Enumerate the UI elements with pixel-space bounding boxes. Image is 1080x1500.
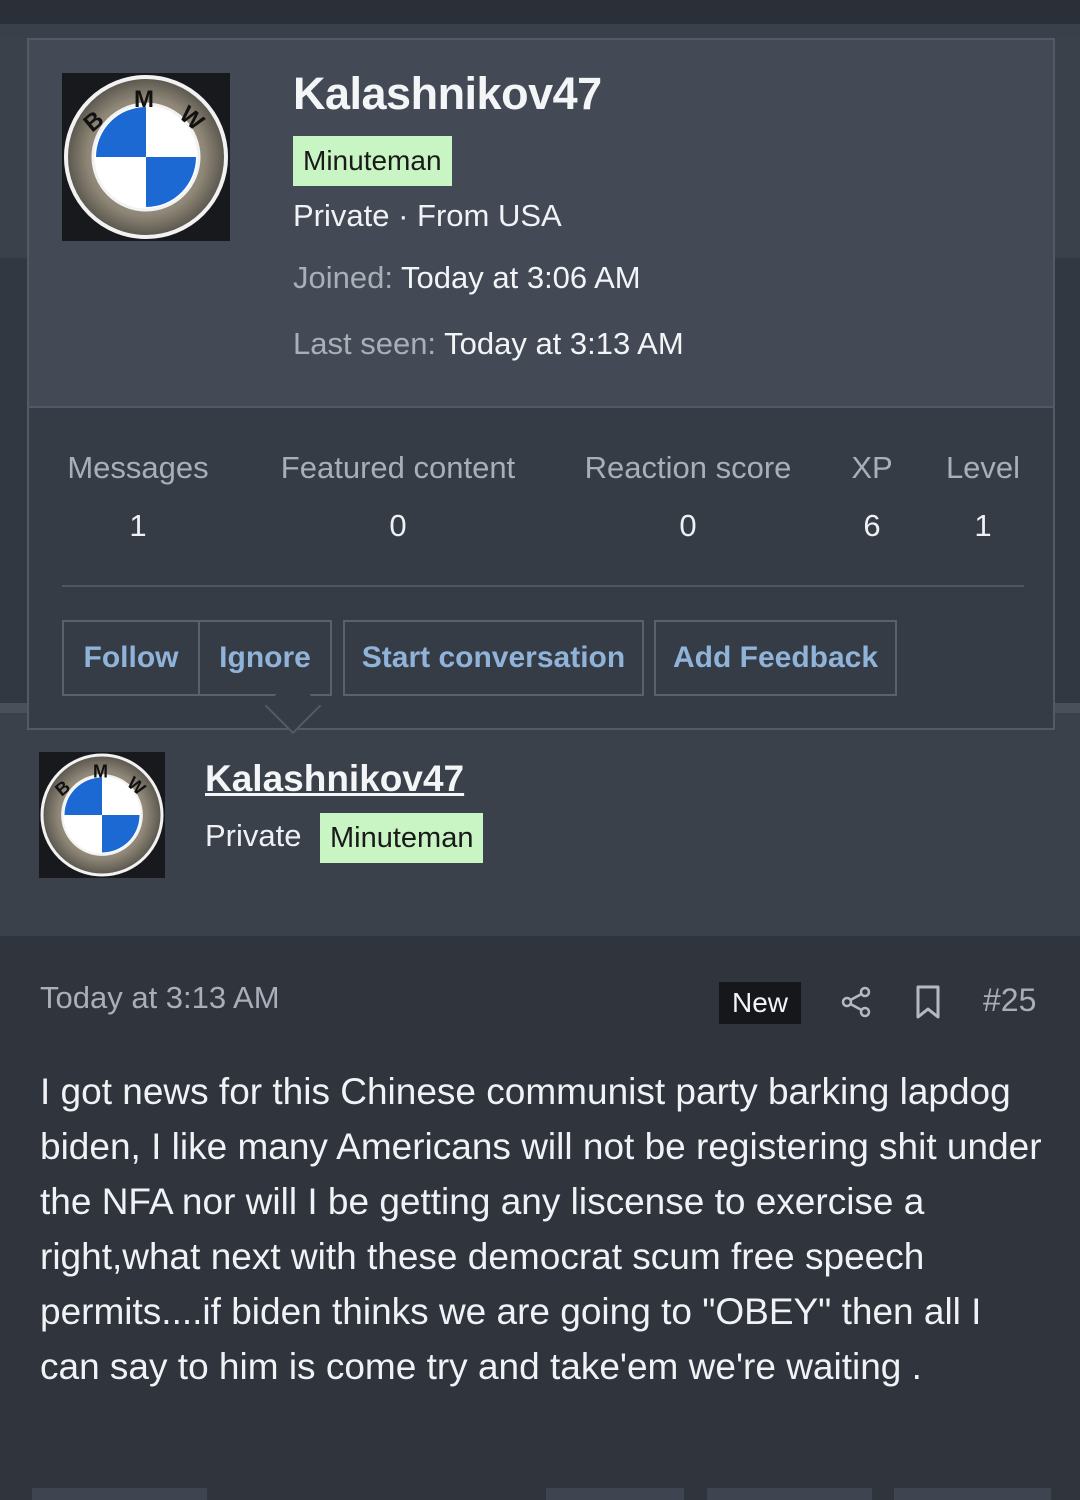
ignore-button[interactable]: Ignore — [198, 620, 332, 696]
stat-label: Featured content — [280, 450, 516, 485]
stat-label: Reaction score — [584, 450, 792, 485]
footer-action-stub — [32, 1488, 207, 1500]
stat-label: Messages — [67, 450, 209, 485]
post-message-body: I got news for this Chinese communist pa… — [40, 1071, 1042, 1387]
stat-label: Level — [945, 450, 1021, 485]
top-bar — [0, 0, 1080, 24]
stat-value: 6 — [863, 508, 881, 543]
start-conversation-button[interactable]: Start conversation — [343, 620, 644, 696]
post-author-badge: Minuteman — [320, 813, 484, 863]
post-author-avatar[interactable]: B M W — [39, 752, 165, 878]
svg-text:M: M — [93, 762, 108, 782]
member-tooltip-header: B M W Kalashnikov47 Minuteman Private · … — [29, 40, 1053, 408]
member-rank-location: Private · From USA — [293, 198, 562, 233]
post-author-rank: Private — [205, 818, 302, 853]
footer-action-stub — [707, 1488, 872, 1500]
member-tooltip-card: B M W Kalashnikov47 Minuteman Private · … — [27, 38, 1055, 730]
stat-xp: XP 6 — [847, 450, 897, 544]
stat-value: 0 — [389, 508, 407, 543]
bmw-logo-icon: B M W — [39, 752, 165, 878]
top-bar-strip — [0, 24, 1080, 36]
post-author-name[interactable]: Kalashnikov47 — [205, 758, 464, 800]
stat-value: 1 — [129, 508, 147, 543]
joined-value: Today at 3:06 AM — [401, 260, 641, 295]
post-timestamp[interactable]: Today at 3:13 AM — [40, 980, 280, 1016]
bmw-logo-icon: B M W — [62, 73, 230, 241]
stat-value: 0 — [679, 508, 697, 543]
footer-action-stub — [894, 1488, 1051, 1500]
stat-reaction-score[interactable]: Reaction score 0 — [575, 450, 801, 544]
post-number-link[interactable]: #25 — [983, 982, 1036, 1019]
footer-action-stub — [546, 1488, 684, 1500]
follow-button[interactable]: Follow — [62, 620, 200, 696]
new-badge: New — [719, 982, 801, 1024]
add-feedback-button[interactable]: Add Feedback — [654, 620, 897, 696]
share-icon[interactable] — [838, 984, 874, 1020]
joined-label: Joined: — [293, 260, 393, 295]
stat-featured-content[interactable]: Featured content 0 — [267, 450, 529, 544]
svg-text:M: M — [134, 86, 154, 113]
stat-messages[interactable]: Messages 1 — [62, 450, 214, 544]
stats-divider — [62, 585, 1024, 587]
member-title-badge: Minuteman — [293, 136, 452, 186]
last-seen-value: Today at 3:13 AM — [444, 326, 684, 361]
stat-value: 1 — [974, 508, 992, 543]
stat-level: Level 1 — [943, 450, 1023, 544]
last-seen-label: Last seen: — [293, 326, 437, 361]
member-avatar[interactable]: B M W — [62, 73, 230, 241]
bookmark-icon[interactable] — [912, 984, 944, 1020]
member-joined: Joined: Today at 3:06 AM — [293, 260, 641, 296]
stat-label: XP — [851, 450, 893, 485]
member-last-seen: Last seen: Today at 3:13 AM — [293, 326, 684, 362]
member-username[interactable]: Kalashnikov47 — [293, 68, 602, 120]
